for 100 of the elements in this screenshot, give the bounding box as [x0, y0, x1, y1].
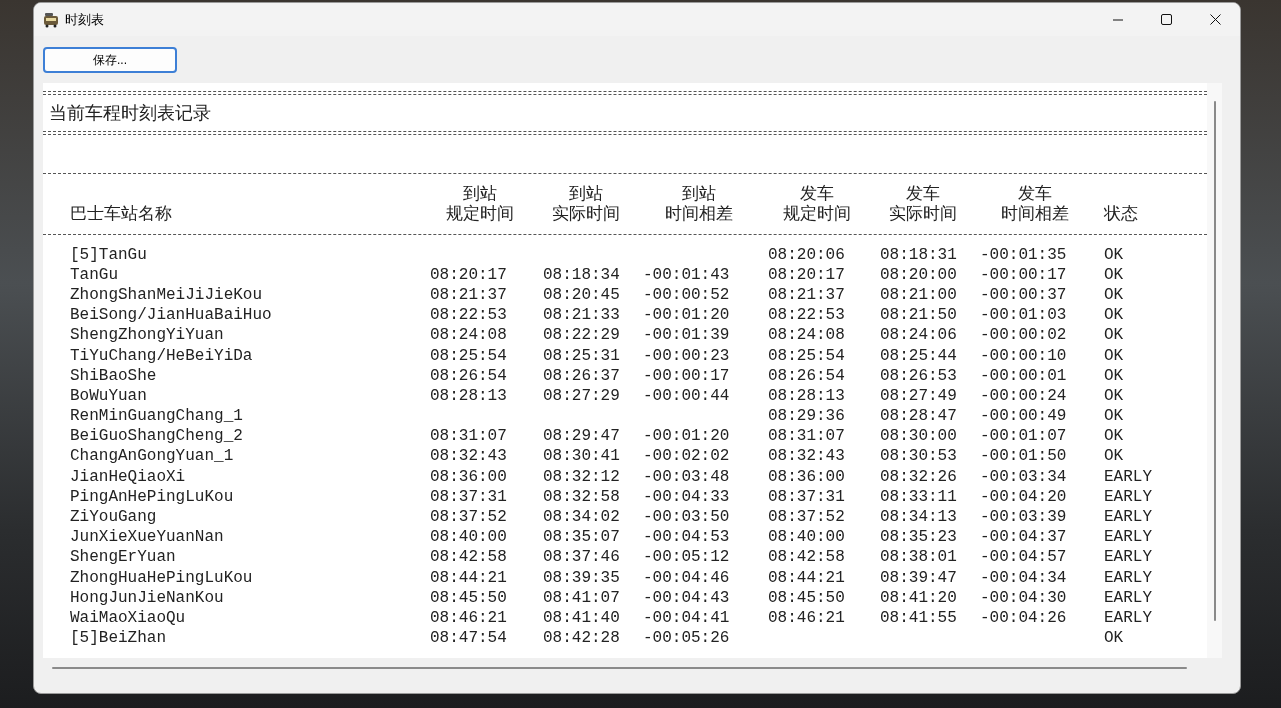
station-name: BoWuYuan: [70, 386, 147, 405]
time-value: 08:36:00: [768, 467, 845, 486]
status-text: EARLY: [1104, 568, 1152, 587]
time-value: -00:03:48: [643, 467, 730, 486]
time-value: 08:26:37: [543, 366, 620, 385]
time-value: 08:26:53: [880, 366, 957, 385]
time-value: 08:30:41: [543, 447, 620, 466]
time-value: 08:39:47: [880, 568, 957, 587]
time-value: -00:03:50: [643, 508, 730, 527]
time-value: 08:28:13: [430, 386, 507, 405]
time-value: 08:18:34: [543, 265, 620, 284]
time-value: 08:34:13: [880, 508, 957, 527]
time-value: 08:28:47: [880, 407, 957, 426]
time-value: 08:37:31: [768, 487, 845, 506]
time-value: 08:24:08: [768, 326, 845, 345]
station-name: PingAnHePingLuKou: [70, 487, 234, 506]
column-header: 发车: [1018, 183, 1052, 205]
time-value: -00:00:24: [980, 386, 1067, 405]
time-value: 08:45:50: [768, 588, 845, 607]
time-value: 08:41:40: [543, 608, 620, 627]
time-value: 08:20:00: [880, 265, 957, 284]
time-value: 08:35:07: [543, 528, 620, 547]
time-value: -00:01:20: [643, 306, 730, 325]
time-value: 08:26:54: [430, 366, 507, 385]
window-title: 时刻表: [65, 10, 104, 29]
time-value: 08:42:58: [768, 548, 845, 567]
time-value: 08:44:21: [768, 568, 845, 587]
time-value: -00:03:34: [980, 467, 1067, 486]
status-text: OK: [1104, 326, 1124, 345]
time-value: -00:00:17: [980, 265, 1067, 284]
time-value: -00:00:10: [980, 346, 1067, 365]
time-value: -00:04:34: [980, 568, 1067, 587]
column-header: 巴士车站名称: [70, 204, 172, 224]
status-text: EARLY: [1104, 508, 1152, 527]
time-value: -00:00:49: [980, 407, 1067, 426]
time-value: -00:05:12: [643, 548, 730, 567]
time-value: -00:00:02: [980, 326, 1067, 345]
time-value: 08:37:52: [430, 508, 507, 527]
status-text: EARLY: [1104, 528, 1152, 547]
column-header: 实际时间: [552, 203, 620, 226]
close-icon: [1209, 14, 1221, 25]
time-value: -00:04:33: [643, 487, 730, 506]
save-button[interactable]: 保存...: [43, 47, 177, 73]
maximize-icon: [1160, 14, 1172, 25]
time-value: 08:22:53: [430, 306, 507, 325]
time-value: 08:46:21: [768, 608, 845, 627]
station-name: TanGu: [70, 265, 118, 284]
time-value: -00:04:41: [643, 608, 730, 627]
station-name: ShengZhongYiYuan: [70, 326, 224, 345]
time-value: 08:21:50: [880, 306, 957, 325]
time-value: 08:30:00: [880, 427, 957, 446]
time-value: 08:32:43: [768, 447, 845, 466]
column-header: 到站: [681, 183, 716, 205]
status-text: OK: [1104, 629, 1124, 648]
station-name: ShiBaoShe: [70, 366, 157, 385]
time-value: 08:37:46: [543, 548, 620, 567]
station-name: [5]BeiZhan: [70, 629, 166, 648]
time-value: 08:47:54: [430, 629, 507, 648]
time-value: 08:46:21: [430, 608, 507, 627]
station-name: RenMinGuangChang_1: [70, 407, 243, 426]
time-value: -00:01:43: [643, 265, 730, 284]
time-value: 08:18:31: [880, 245, 957, 264]
time-value: 08:25:54: [430, 346, 507, 365]
time-value: 08:33:11: [880, 487, 957, 506]
status-text: EARLY: [1104, 548, 1152, 567]
station-name: BeiSong/JianHuaBaiHuo: [70, 306, 272, 325]
time-value: 08:29:47: [543, 427, 620, 446]
column-header: 规定时间: [783, 203, 851, 226]
time-value: -00:04:26: [980, 608, 1067, 627]
station-name: [5]TanGu: [70, 245, 147, 264]
time-value: 08:27:49: [880, 386, 957, 405]
report-title: 当前车程时刻表记录: [49, 101, 211, 125]
time-value: 08:22:29: [543, 326, 620, 345]
station-name: ZiYouGang: [70, 508, 157, 527]
status-text: OK: [1104, 245, 1124, 264]
status-text: EARLY: [1104, 487, 1152, 506]
column-header: 状态: [1104, 204, 1138, 224]
time-value: -00:00:52: [643, 285, 730, 304]
time-value: 08:24:08: [430, 326, 507, 345]
time-value: 08:40:00: [430, 528, 507, 547]
time-value: -00:00:17: [643, 366, 730, 385]
time-value: 08:41:07: [543, 588, 620, 607]
time-value: 08:22:53: [768, 306, 845, 325]
time-value: 08:31:07: [768, 427, 845, 446]
time-value: -00:04:46: [643, 568, 730, 587]
station-name: HongJunJieNanKou: [70, 588, 224, 607]
time-value: 08:20:17: [430, 265, 507, 284]
status-text: OK: [1104, 386, 1124, 405]
column-header: 发车: [800, 183, 834, 204]
time-value: 08:32:12: [543, 467, 620, 486]
time-value: 08:31:07: [430, 427, 507, 446]
time-value: -00:04:20: [980, 487, 1067, 506]
time-value: 08:21:33: [543, 306, 620, 325]
station-name: WaiMaoXiaoQu: [70, 608, 186, 627]
status-text: OK: [1104, 427, 1124, 446]
time-value: 08:36:00: [430, 467, 507, 486]
station-name: JunXieXueYuanNan: [70, 528, 224, 547]
time-value: -00:04:43: [643, 588, 730, 607]
time-value: 08:25:31: [543, 346, 620, 365]
time-value: -00:04:57: [980, 548, 1067, 567]
